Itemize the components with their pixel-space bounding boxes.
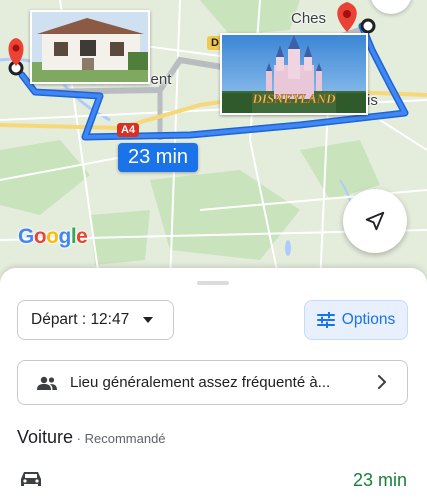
options-label: Options <box>341 311 396 328</box>
destination-photo[interactable]: DISNEYLAND <box>220 33 368 115</box>
options-button[interactable]: Options <box>304 300 408 340</box>
house-photo-image <box>32 12 148 82</box>
crowd-info-label: Lieu généralement assez fréquenté à... <box>70 374 331 391</box>
disneyland-logo-text: DISNEYLAND <box>251 91 336 106</box>
tune-icon <box>316 312 335 328</box>
travel-mode-title: Voiture <box>17 427 74 447</box>
map-view[interactable]: Consulté récemment Ches ris A4 D <box>0 0 427 285</box>
chevron-right-icon <box>378 375 386 389</box>
travel-mode-time[interactable]: 23 min <box>353 470 407 491</box>
highway-a4-shield: A4 <box>117 123 140 137</box>
car-icon <box>21 472 41 486</box>
departure-time-label: Départ : 12:47 <box>31 311 130 328</box>
origin-photo[interactable] <box>30 10 150 84</box>
route-duration-chip[interactable]: 23 min <box>118 143 199 172</box>
caret-down-icon <box>143 317 154 323</box>
sheet-drag-handle[interactable] <box>197 281 229 285</box>
crowd-info-row[interactable]: Lieu généralement assez fréquenté à... <box>17 360 408 405</box>
map-label-city-ches: Ches <box>291 10 327 27</box>
travel-mode-subtitle: · Recommandé <box>73 431 166 446</box>
departure-time-dropdown[interactable]: Départ : 12:47 <box>17 300 174 340</box>
people-icon <box>37 376 57 390</box>
google-logo: Google <box>18 225 88 248</box>
disneyland-castle-image: DISNEYLAND <box>222 35 366 113</box>
travel-mode-heading: Voiture · Recommandé <box>17 427 166 448</box>
navigation-arrow-icon <box>365 211 385 231</box>
my-location-button[interactable] <box>343 189 407 253</box>
